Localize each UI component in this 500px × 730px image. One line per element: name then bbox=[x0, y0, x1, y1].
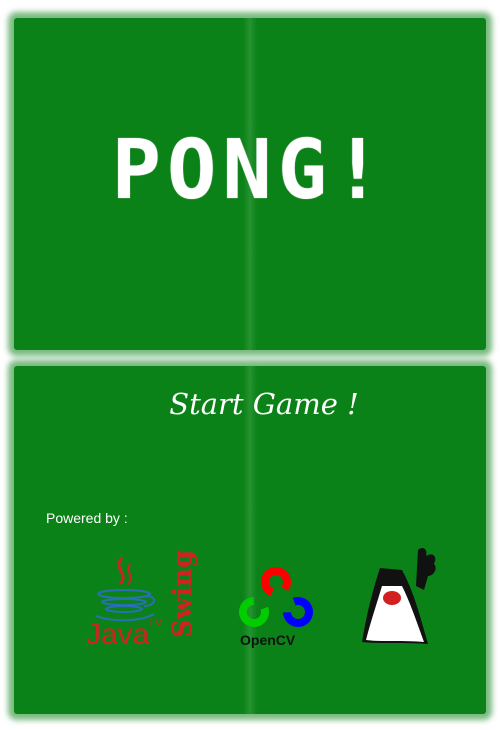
java-text: Java bbox=[86, 618, 150, 651]
java-swing-logo: Java TM Swing bbox=[84, 550, 198, 660]
swing-text: Swing bbox=[168, 549, 198, 638]
duke-mascot-icon bbox=[358, 546, 444, 652]
java-tm: TM bbox=[148, 618, 163, 629]
opencv-logo: OpenCV bbox=[236, 566, 316, 656]
powered-by-label: Powered by : bbox=[46, 510, 128, 526]
start-game-button[interactable]: Start Game ! bbox=[154, 384, 374, 424]
menu-panel: Start Game ! Powered by : Java TM Swing … bbox=[14, 366, 486, 714]
opencv-rings-icon bbox=[239, 567, 313, 627]
title-panel: PONG! bbox=[14, 18, 486, 350]
opencv-text: OpenCV bbox=[240, 632, 296, 648]
game-title: PONG! bbox=[111, 123, 389, 218]
